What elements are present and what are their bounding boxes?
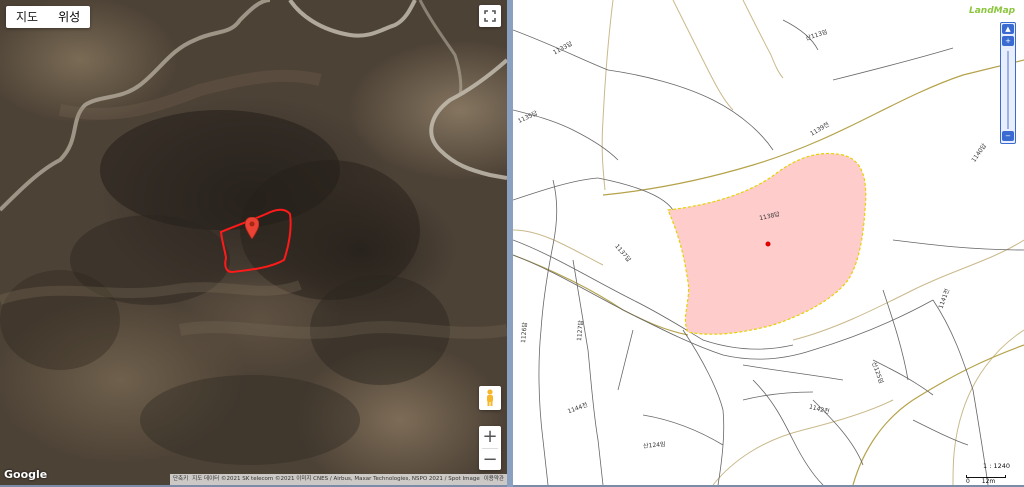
parcel-label: 1126답 <box>520 321 529 344</box>
scale-ratio: 1 : 1240 <box>983 462 1010 470</box>
street-view-pegman-button[interactable] <box>479 386 501 410</box>
map-marker-icon[interactable] <box>245 217 259 239</box>
zoom-slider-track[interactable] <box>1007 51 1009 129</box>
split-map-view: 지도 위성 + − Google 단축키 지도 데이터 ©2021 SK tel… <box>0 0 1024 487</box>
zoom-slider[interactable]: ▲ + − <box>1000 22 1016 144</box>
pegman-icon <box>487 389 493 406</box>
landmap-logo: LandMap <box>969 6 1016 16</box>
satellite-map-panel[interactable]: 지도 위성 + − Google 단축키 지도 데이터 ©2021 SK tel… <box>0 0 507 485</box>
map-attribution: 단축키 지도 데이터 ©2021 SK telecom ©2021 이미지 CN… <box>169 474 507 485</box>
fullscreen-button[interactable] <box>479 5 501 27</box>
cadastral-lines <box>513 0 1024 485</box>
zoom-in-button[interactable]: + <box>479 426 501 448</box>
scale-bar-start: 0 <box>966 478 970 485</box>
cadastral-map-panel[interactable]: 1133답 산113임 1135답 1139전 1140답 1138답 1137… <box>513 0 1024 485</box>
satellite-imagery <box>0 0 507 465</box>
terms-link[interactable]: 이용약관 <box>484 474 504 485</box>
zoom-in-icon[interactable]: + <box>1002 36 1014 46</box>
parcel-label: 1127답 <box>576 319 585 342</box>
scale-bar-end: 12m <box>981 478 996 485</box>
pan-up-icon[interactable]: ▲ <box>1002 24 1014 34</box>
scale-bar-labels: 0 12m <box>966 478 995 485</box>
map-type-map-tab[interactable]: 지도 <box>6 6 48 28</box>
zoom-out-icon[interactable]: − <box>1002 131 1014 141</box>
keyboard-shortcuts-link[interactable]: 단축키 <box>173 474 188 485</box>
zoom-control: + − <box>479 426 501 470</box>
zoom-out-button[interactable]: − <box>479 449 501 471</box>
fullscreen-icon <box>484 10 496 22</box>
parcel-center-point <box>765 241 771 247</box>
map-type-control: 지도 위성 <box>6 6 91 28</box>
map-type-satellite-tab[interactable]: 위성 <box>48 6 90 28</box>
map-data-credit: 지도 데이터 ©2021 SK telecom ©2021 이미지 CNES /… <box>192 476 480 482</box>
google-logo: Google <box>4 468 48 481</box>
